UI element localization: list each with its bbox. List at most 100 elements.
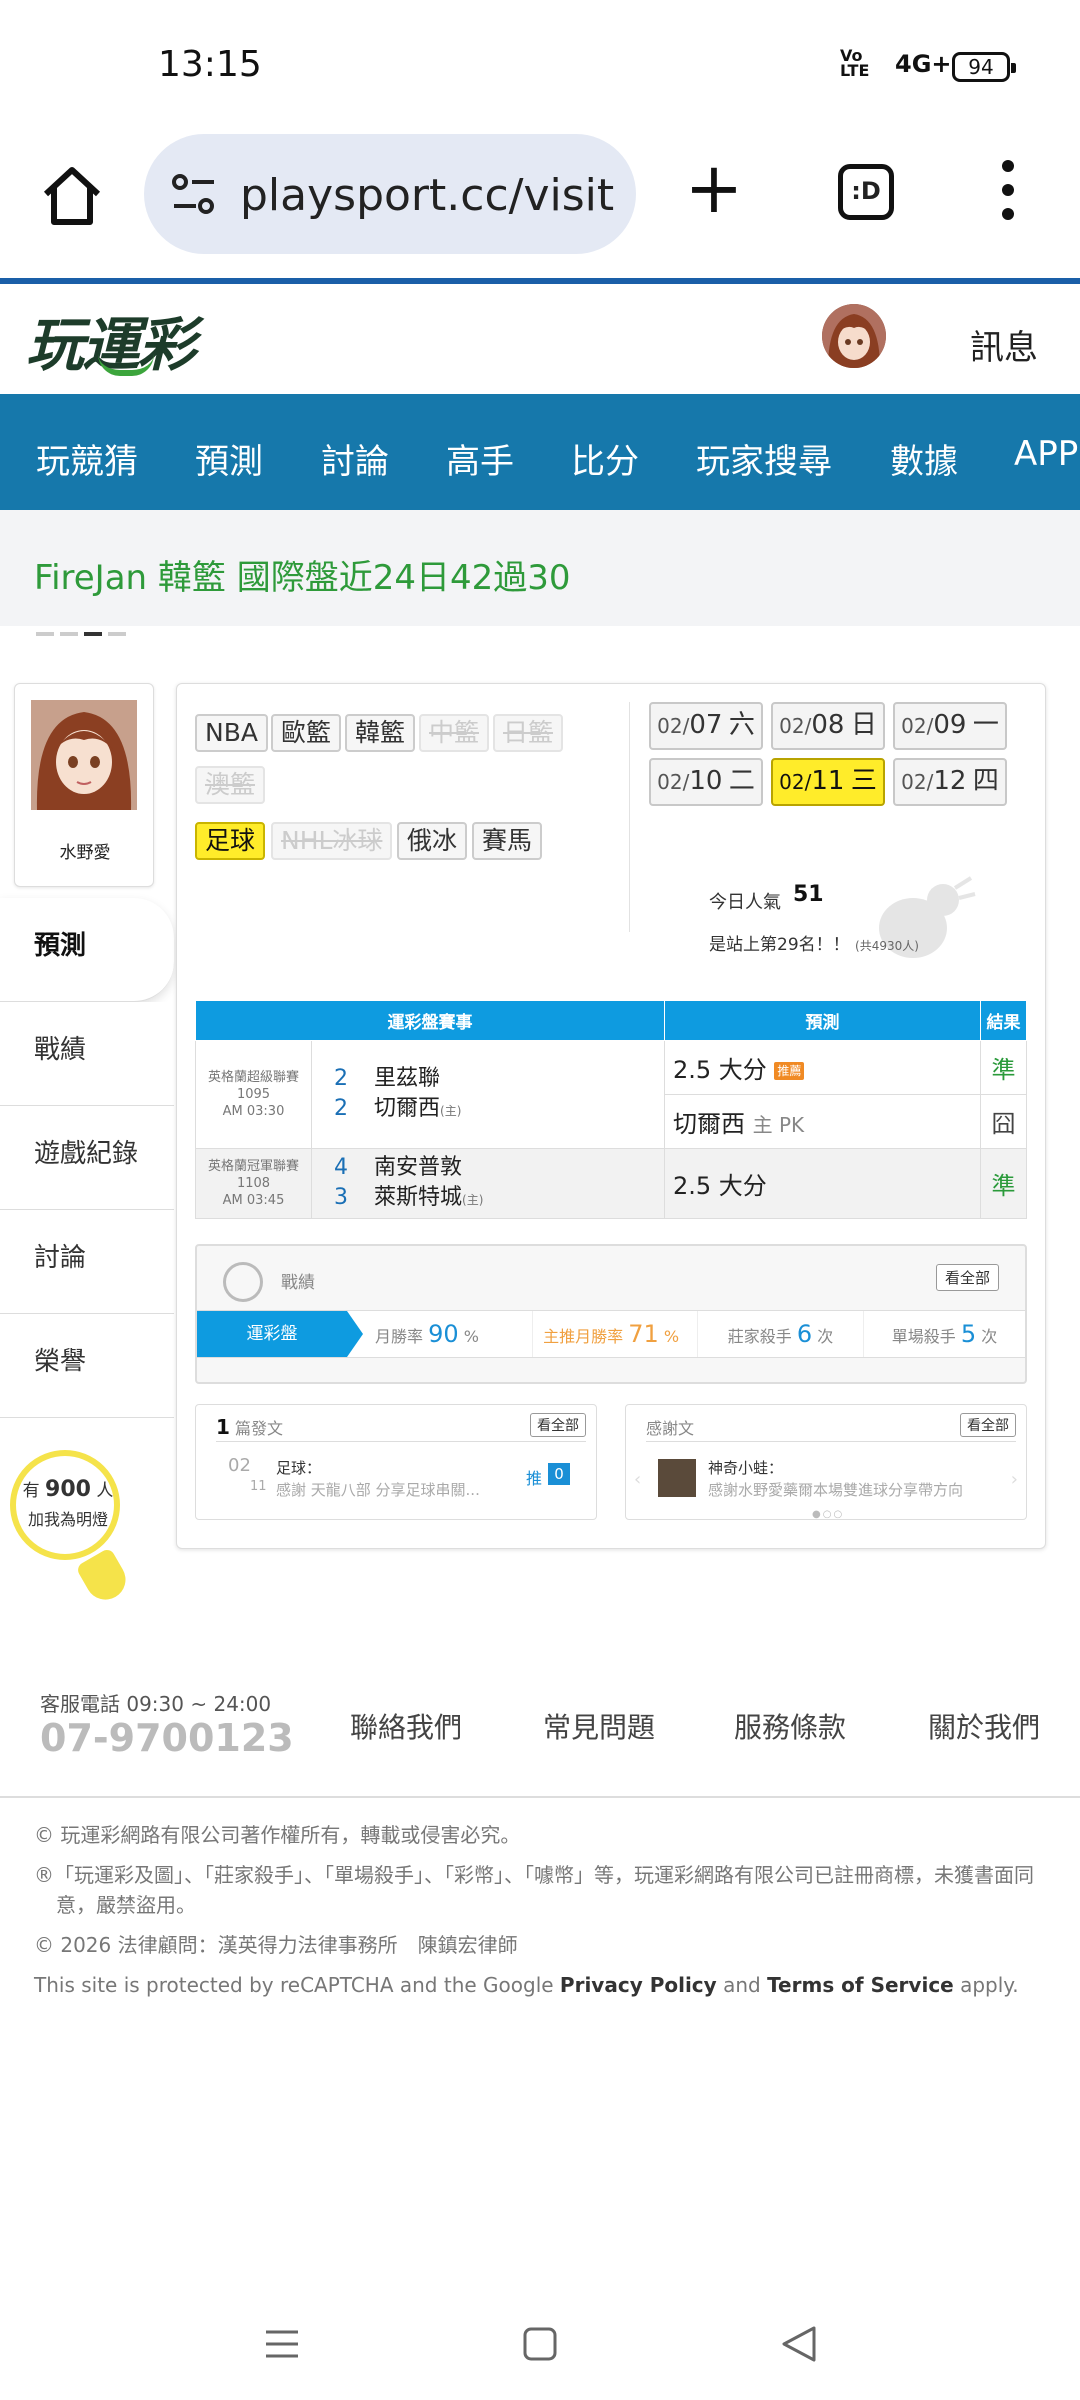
terms-of-service-link[interactable]: Terms of Service: [767, 1973, 954, 1997]
nav-item-scores[interactable]: 比分: [571, 434, 639, 483]
legal-advisor-text: © 2026 法律顧問：漢英得力法律事務所 陳鎮宏律師: [34, 1933, 518, 1957]
post-title[interactable]: 感謝 天龍八部 分享足球串關...: [276, 1479, 480, 1500]
popularity-value: 51: [793, 882, 824, 907]
col-header-result: 結果: [980, 1000, 1027, 1041]
date-0211[interactable]: 02/11 三: [771, 758, 885, 806]
tab-switcher-button[interactable]: :D: [838, 164, 894, 220]
messages-link[interactable]: 訊息: [970, 320, 1038, 369]
service-phone[interactable]: 07-9700123: [40, 1716, 294, 1760]
trademark-text: ®「玩運彩及圖」、「莊家殺手」、「單場殺手」、「彩幣」、「噱幣」等，玩運彩網路有…: [34, 1863, 1034, 1917]
battery-icon: 94: [952, 52, 1016, 82]
side-item-honor[interactable]: 榮譽: [0, 1314, 174, 1418]
thanks-text[interactable]: 感謝水野愛藥爾本場雙進球分享帶方向: [708, 1479, 963, 1500]
result-cell: 囧: [980, 1094, 1027, 1149]
side-menu: 預測 戰績 遊戲紀錄 討論 榮譽: [0, 898, 174, 1418]
prev-arrow-icon[interactable]: ‹: [634, 1469, 641, 1490]
post-category: 足球：: [276, 1459, 322, 1477]
push-count: 0: [548, 1463, 570, 1485]
prediction-table: 運彩盤賽事 預測 結果 英格蘭超級聯賽 1095 AM 03:30 2 里茲聯 2 切爾…: [195, 1000, 1027, 1219]
thanks-label: 感謝文: [646, 1419, 695, 1438]
post-count: 1: [216, 1415, 230, 1439]
profile-card[interactable]: 水野愛: [14, 683, 154, 887]
popularity-label: 今日人氣: [709, 892, 781, 913]
prediction-cell: 切爾西 主 PK: [664, 1094, 981, 1149]
popularity-rank: 是站上第29名！！ (共4930人): [709, 935, 919, 955]
prediction-cell: 2.5 大分 推薦: [664, 1040, 981, 1095]
match-info: 英格蘭超級聯賽 1095 AM 03:30: [195, 1040, 312, 1149]
post-day: 02: [228, 1455, 251, 1476]
recaptcha-notice: This site is protected by reCAPTCHA and …: [34, 1973, 1019, 1997]
home-icon[interactable]: [36, 160, 108, 232]
profile-name: 水野愛: [59, 843, 111, 863]
side-item-discuss[interactable]: 討論: [0, 1210, 174, 1314]
sport-tag-horse-racing[interactable]: 賽馬: [472, 822, 543, 860]
footer-link-about[interactable]: 關於我們: [928, 1706, 1040, 1746]
match-info: 英格蘭冠軍聯賽 1108 AM 03:45: [195, 1148, 312, 1219]
footer-link-contact[interactable]: 聯絡我們: [350, 1706, 462, 1746]
sport-tag-euro-basketball[interactable]: 歐籃: [271, 714, 342, 752]
footer-link-terms[interactable]: 服務條款: [734, 1706, 846, 1746]
address-bar[interactable]: playsport.cc/visit: [144, 134, 636, 254]
status-bar: 13:15 Vo LTE 4G+ 94: [0, 0, 1080, 130]
announcement-text: FireJan 韓籃 國際盤近24日42過30: [34, 558, 571, 598]
signal-icon: 4G+: [895, 50, 952, 78]
nav-item-player-search[interactable]: 玩家搜尋: [696, 434, 832, 483]
sport-tag-aus-basketball: 澳籃: [195, 766, 266, 804]
volte-icon: Vo LTE: [840, 46, 870, 80]
result-cell: 準: [980, 1040, 1027, 1095]
thanks-view-all-button[interactable]: 看全部: [960, 1413, 1016, 1437]
side-item-predict[interactable]: 預測: [0, 898, 174, 1002]
stats-view-all-button[interactable]: 看全部: [935, 1264, 999, 1291]
table-row: 英格蘭超級聯賽 1095 AM 03:30 2 里茲聯 2 切爾西(主) 2.5 大分 …: [195, 1040, 1027, 1149]
posts-view-all-button[interactable]: 看全部: [530, 1413, 586, 1437]
nav-item-experts[interactable]: 高手: [446, 434, 514, 483]
recent-apps-icon[interactable]: [264, 2326, 300, 2366]
nav-item-data[interactable]: 數據: [890, 434, 958, 483]
announcement-banner[interactable]: FireJan 韓籃 國際盤近24日42過30: [0, 510, 1080, 626]
col-header-prediction: 預測: [664, 1000, 981, 1041]
more-options-icon[interactable]: [996, 160, 1020, 232]
date-0212[interactable]: 02/12 四: [893, 758, 1007, 806]
sport-tag-soccer[interactable]: 足球: [195, 822, 266, 860]
post-month: 11: [250, 1479, 267, 1494]
thanks-user-avatar: [658, 1459, 696, 1497]
sport-tag-nhl: NHL冰球: [271, 822, 393, 860]
date-0208[interactable]: 02/08 日: [771, 702, 885, 750]
site-header: 玩運彩 訊息: [0, 278, 1080, 396]
sport-tag-russia-hockey[interactable]: 俄冰: [397, 822, 468, 860]
match-teams: 2 里茲聯 2 切爾西(主): [311, 1040, 665, 1149]
carousel-dots: ●○○: [812, 1509, 845, 1520]
nav-item-predict[interactable]: 預測: [195, 434, 263, 483]
match-teams: 4 南安普敦 3 萊斯特城(主): [311, 1148, 665, 1219]
home-nav-icon[interactable]: [522, 2326, 558, 2366]
follow-bulb[interactable]: 有 900 人 加我為明燈: [10, 1450, 133, 1607]
footer-link-faq[interactable]: 常見問題: [543, 1706, 655, 1746]
recommend-badge: 推薦: [774, 1062, 805, 1080]
new-tab-icon[interactable]: +: [680, 153, 748, 226]
stats-lead-tab[interactable]: 運彩盤: [197, 1311, 363, 1357]
sport-tag-nba[interactable]: NBA: [195, 714, 268, 752]
stat-single-killer: 單場殺手 5 次: [863, 1311, 1025, 1357]
result-cell: 準: [980, 1148, 1027, 1219]
date-0207[interactable]: 02/07 六: [649, 702, 763, 750]
side-item-record[interactable]: 戰績: [0, 1002, 174, 1106]
date-0209[interactable]: 02/09 一: [893, 702, 1007, 750]
sport-tag-japan-basketball: 日籃: [493, 714, 564, 752]
col-header-event: 運彩盤賽事: [195, 1000, 665, 1041]
date-0210[interactable]: 02/10 二: [649, 758, 763, 806]
sport-tag-korea-basketball[interactable]: 韓籃: [345, 714, 416, 752]
site-settings-icon[interactable]: [168, 168, 220, 220]
stat-dealer-killer: 莊家殺手 6 次: [697, 1311, 863, 1357]
nav-item-game[interactable]: 玩競猜: [36, 434, 138, 483]
nav-item-discuss[interactable]: 討論: [321, 434, 389, 483]
clock: 13:15: [158, 44, 262, 85]
privacy-policy-link[interactable]: Privacy Policy: [560, 1973, 717, 1997]
prediction-panel: NBA 歐籃 韓籃 中籃 日籃 澳籃 足球 NHL冰球 俄冰 賽馬 02/07 …: [176, 683, 1046, 1549]
stats-box: 戰績 看全部 運彩盤 月勝率 90 % 主推月勝率 71 % 莊家殺手 6 次 …: [195, 1244, 1027, 1384]
nav-item-app[interactable]: APP: [1014, 434, 1078, 474]
back-icon[interactable]: [780, 2324, 818, 2368]
next-arrow-icon[interactable]: ›: [1011, 1469, 1018, 1490]
side-item-game-log[interactable]: 遊戲紀錄: [0, 1106, 174, 1210]
header-avatar[interactable]: [822, 304, 886, 368]
table-row: 英格蘭冠軍聯賽 1108 AM 03:45 4 南安普敦 3 萊斯特城(主) 2.5 大…: [195, 1148, 1027, 1219]
